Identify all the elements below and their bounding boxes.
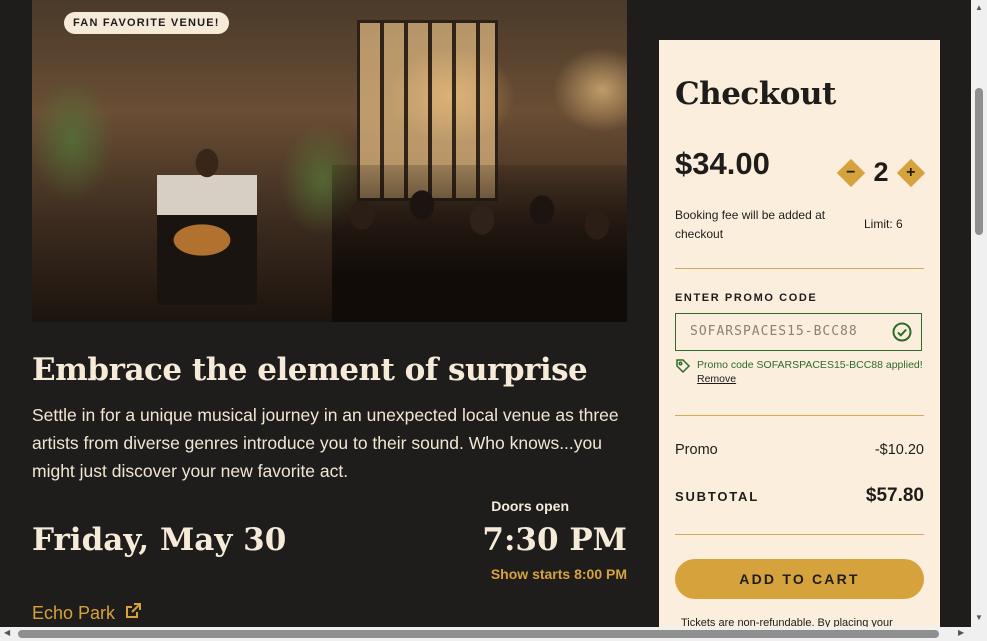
minus-icon: − bbox=[846, 163, 856, 181]
doors-open-time: 7:30 PM bbox=[482, 522, 627, 558]
decrease-quantity-button[interactable]: − bbox=[836, 158, 866, 187]
promo-applied-text: Promo code SOFARSPACES15-BCC88 applied! bbox=[697, 359, 923, 371]
venue-link[interactable]: Echo Park bbox=[32, 601, 143, 626]
quantity-value: 2 bbox=[873, 157, 889, 187]
horizontal-scroll-thumb[interactable] bbox=[18, 630, 939, 638]
event-headline: Embrace the element of surprise bbox=[32, 352, 588, 388]
tag-icon bbox=[675, 358, 691, 386]
promo-row-value: -$10.20 bbox=[874, 442, 924, 458]
performer-figure bbox=[157, 145, 257, 305]
check-circle-icon bbox=[892, 322, 912, 347]
subtotal-value: $57.80 bbox=[865, 485, 924, 506]
scroll-left-arrow-icon[interactable]: ◀ bbox=[4, 628, 10, 637]
ticket-limit: Limit: 6 bbox=[864, 217, 903, 231]
increase-quantity-button[interactable]: + bbox=[896, 158, 926, 187]
venue-photo bbox=[32, 0, 627, 322]
scroll-right-arrow-icon[interactable]: ▶ bbox=[958, 628, 964, 637]
scroll-down-arrow-icon[interactable]: ▼ bbox=[974, 613, 984, 622]
doors-open-label: Doors open bbox=[491, 498, 569, 514]
event-description: Settle in for a unique musical journey i… bbox=[32, 405, 619, 481]
booking-fee-note: Booking fee will be added at checkout bbox=[675, 208, 826, 241]
remove-promo-link[interactable]: Remove bbox=[697, 372, 923, 386]
divider bbox=[675, 415, 924, 416]
checkout-panel: Checkout $34.00 − 2 + Booking fee will b… bbox=[659, 40, 940, 640]
promo-discount-row: Promo -$10.20 bbox=[675, 442, 924, 458]
ticket-price: $34.00 bbox=[675, 146, 770, 181]
fan-favorite-badge: FAN FAVORITE VENUE! bbox=[64, 12, 229, 34]
horizontal-scrollbar[interactable]: ◀ ▶ bbox=[0, 627, 971, 641]
promo-code-input[interactable] bbox=[688, 323, 887, 340]
scroll-up-arrow-icon[interactable]: ▲ bbox=[974, 3, 984, 12]
promo-code-field[interactable] bbox=[675, 313, 922, 351]
subtotal-row: SUBTOTAL $57.80 bbox=[675, 485, 924, 507]
external-link-icon bbox=[123, 601, 143, 626]
subtotal-label: SUBTOTAL bbox=[675, 488, 759, 504]
divider bbox=[675, 268, 924, 269]
divider bbox=[675, 534, 924, 535]
add-to-cart-button[interactable]: ADD TO CART bbox=[675, 559, 924, 599]
checkout-title: Checkout bbox=[675, 76, 836, 112]
venue-name: Echo Park bbox=[32, 603, 116, 623]
promo-row-label: Promo bbox=[675, 442, 718, 458]
quantity-stepper: − 2 + bbox=[836, 157, 926, 188]
promo-code-label: ENTER PROMO CODE bbox=[675, 292, 818, 304]
plus-icon: + bbox=[906, 163, 916, 181]
audience-figures bbox=[332, 165, 627, 322]
vertical-scroll-thumb[interactable] bbox=[975, 88, 983, 235]
promo-applied-message: Promo code SOFARSPACES15-BCC88 applied! … bbox=[675, 358, 923, 386]
show-start-time: Show starts 8:00 PM bbox=[490, 566, 627, 582]
event-date: Friday, May 30 bbox=[32, 522, 287, 558]
vertical-scrollbar[interactable]: ▲ ▼ bbox=[971, 0, 987, 641]
